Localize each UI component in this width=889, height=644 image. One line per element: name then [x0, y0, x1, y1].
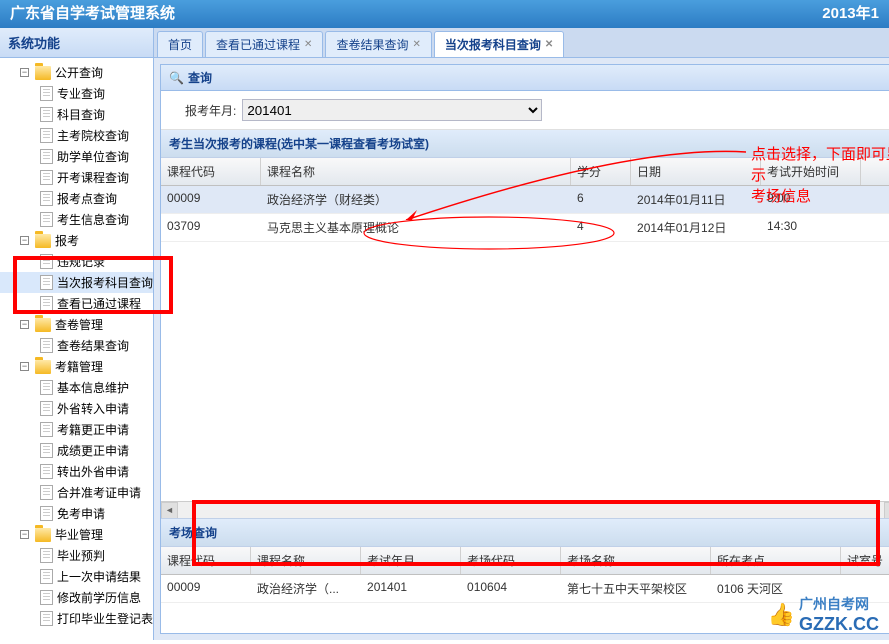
tab-bar: 首页查看已通过课程✕查卷结果查询✕当次报考科目查询✕	[154, 28, 889, 58]
toggle-icon[interactable]: −	[20, 68, 29, 77]
tree-item[interactable]: 查卷结果查询	[0, 335, 153, 356]
sidebar: 系统功能 −公开查询专业查询科目查询主考院校查询助学单位查询开考课程查询报考点查…	[0, 28, 154, 640]
col2-code[interactable]: 课程代码	[161, 547, 251, 574]
page-icon	[40, 128, 53, 143]
tree-item[interactable]: 合并准考证申请	[0, 482, 153, 503]
tree-item[interactable]: 专业查询	[0, 83, 153, 104]
tree-item[interactable]: 外省转入申请	[0, 398, 153, 419]
folder-icon	[35, 360, 51, 374]
col-course-code[interactable]: 课程代码	[161, 158, 261, 185]
tree-item[interactable]: 上一次申请结果	[0, 566, 153, 587]
toggle-icon[interactable]: −	[20, 320, 29, 329]
page-icon	[40, 485, 53, 500]
page-icon	[40, 296, 53, 311]
col-credit[interactable]: 学分	[571, 158, 631, 185]
tree-group[interactable]: −查卷管理	[0, 314, 153, 335]
tree-group[interactable]: −毕业管理	[0, 524, 153, 545]
folder-icon	[35, 318, 51, 332]
close-icon[interactable]: ✕	[412, 39, 420, 50]
grid1-title: 考生当次报考的课程(选中某一课程查看考场试室)	[161, 130, 889, 158]
query-panel-header: 🔍 查询	[161, 65, 889, 91]
page-icon	[40, 443, 53, 458]
page-icon	[40, 338, 53, 353]
toggle-icon[interactable]: −	[20, 362, 29, 371]
tree-item[interactable]: 当次报考科目查询	[0, 272, 153, 293]
col-time[interactable]: 考试开始时间	[761, 158, 861, 185]
tree-item[interactable]: 基本信息维护	[0, 377, 153, 398]
page-icon	[40, 254, 53, 269]
tree-item[interactable]: 考生信息查询	[0, 209, 153, 230]
tree-item[interactable]: 开考课程查询	[0, 167, 153, 188]
tab[interactable]: 查看已通过课程✕	[205, 31, 323, 57]
folder-icon	[35, 66, 51, 80]
page-icon	[40, 422, 53, 437]
col2-vname[interactable]: 考场名称	[561, 547, 711, 574]
tree-item[interactable]: 打印毕业生登记表	[0, 608, 153, 629]
scroll-right-icon[interactable]: ►	[884, 502, 889, 519]
tree-group[interactable]: −考籍管理	[0, 356, 153, 377]
folder-icon	[35, 234, 51, 248]
watermark: 👍 广州自考网 GZZK.CC	[768, 594, 879, 635]
col2-year[interactable]: 考试年月	[361, 547, 461, 574]
horizontal-scrollbar[interactable]: ◄ ►	[161, 501, 889, 518]
exam-month-select[interactable]: 201401	[242, 99, 542, 121]
tree-item[interactable]: 查看已通过课程	[0, 293, 153, 314]
page-icon	[40, 170, 53, 185]
folder-icon	[35, 528, 51, 542]
page-icon	[40, 569, 53, 584]
tab[interactable]: 首页	[157, 31, 203, 57]
page-icon	[40, 212, 53, 227]
tab[interactable]: 当次报考科目查询✕	[434, 31, 564, 57]
page-icon	[40, 464, 53, 479]
tree-group[interactable]: −公开查询	[0, 62, 153, 83]
tree-group[interactable]: −报考	[0, 230, 153, 251]
toggle-icon[interactable]: −	[20, 530, 29, 539]
course-grid: 课程代码 课程名称 学分 日期 考试开始时间 00009政治经济学（财经类）62…	[161, 158, 889, 242]
page-icon	[40, 380, 53, 395]
page-icon	[40, 548, 53, 563]
col2-vcode[interactable]: 考场代码	[461, 547, 561, 574]
col-date[interactable]: 日期	[631, 158, 761, 185]
tree-item[interactable]: 修改前学历信息	[0, 587, 153, 608]
page-icon	[40, 149, 53, 164]
col2-loc[interactable]: 所在考点	[711, 547, 841, 574]
nav-tree: −公开查询专业查询科目查询主考院校查询助学单位查询开考课程查询报考点查询考生信息…	[0, 58, 153, 644]
table-row[interactable]: 03709马克思主义基本原理概论42014年01月12日14:30	[161, 214, 889, 242]
page-icon	[40, 86, 53, 101]
page-icon	[40, 107, 53, 122]
tree-item[interactable]: 考籍更正申请	[0, 419, 153, 440]
tree-item[interactable]: 主考院校查询	[0, 125, 153, 146]
tree-item[interactable]: 助学单位查询	[0, 146, 153, 167]
tree-item[interactable]: 违规记录	[0, 251, 153, 272]
table-row[interactable]: 00009政治经济学（财经类）62014年01月11日9:00	[161, 186, 889, 214]
close-icon[interactable]: ✕	[545, 39, 553, 50]
header-date: 2013年1	[822, 0, 879, 28]
tab[interactable]: 查卷结果查询✕	[325, 31, 431, 57]
page-icon	[40, 590, 53, 605]
grid2-title: 考场查询	[161, 519, 889, 547]
page-icon	[40, 275, 53, 290]
col2-name[interactable]: 课程名称	[251, 547, 361, 574]
exam-month-label: 报考年月:	[185, 102, 236, 119]
page-icon	[40, 611, 53, 626]
tree-item[interactable]: 报考点查询	[0, 188, 153, 209]
search-icon: 🔍	[169, 71, 184, 85]
sidebar-title: 系统功能	[0, 28, 153, 58]
page-icon	[40, 191, 53, 206]
page-icon	[40, 401, 53, 416]
col2-seat[interactable]: 试室号	[841, 547, 889, 574]
tree-item[interactable]: 成绩更正申请	[0, 440, 153, 461]
page-icon	[40, 506, 53, 521]
tree-item[interactable]: 免考申请	[0, 503, 153, 524]
tree-item[interactable]: 转出外省申请	[0, 461, 153, 482]
thumb-icon: 👍	[768, 602, 795, 628]
tree-item[interactable]: 科目查询	[0, 104, 153, 125]
toggle-icon[interactable]: −	[20, 236, 29, 245]
col-course-name[interactable]: 课程名称	[261, 158, 571, 185]
tree-item[interactable]: 毕业预判	[0, 545, 153, 566]
scroll-left-icon[interactable]: ◄	[161, 502, 178, 519]
app-title: 广东省自学考试管理系统	[10, 0, 175, 28]
close-icon[interactable]: ✕	[304, 39, 312, 50]
